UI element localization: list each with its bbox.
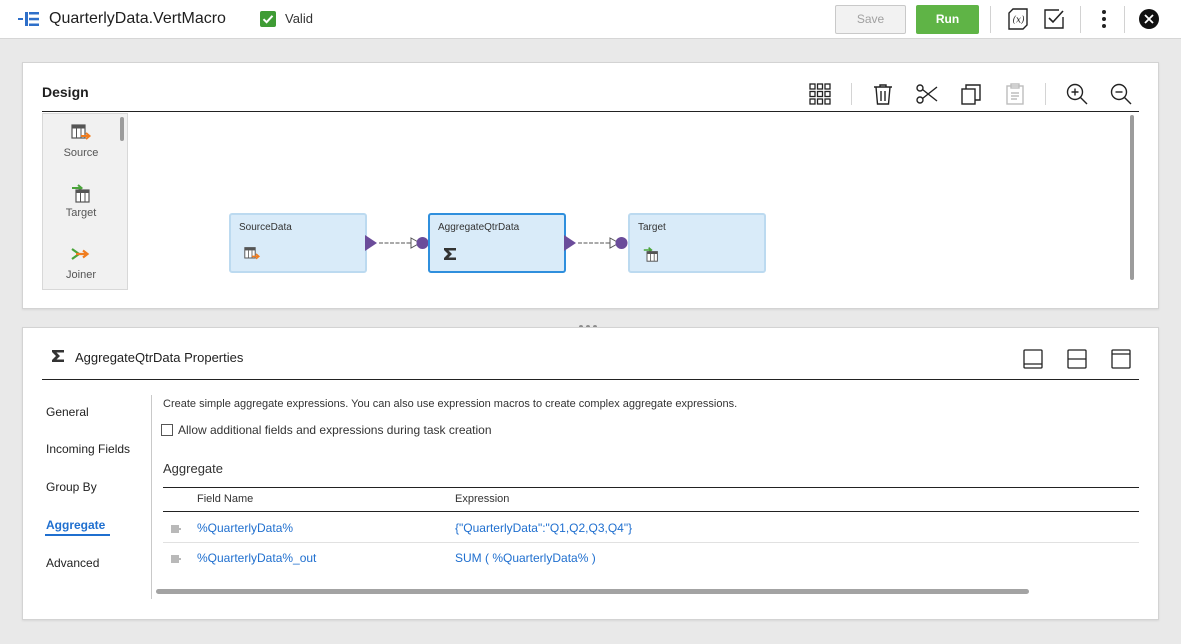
node-target[interactable]: Target — [628, 213, 766, 273]
maximize-panel-icon[interactable] — [1110, 348, 1132, 370]
column-header-expression: Expression — [455, 493, 510, 505]
paste-icon[interactable] — [1003, 82, 1027, 106]
node-title: Target — [638, 222, 666, 233]
field-name-cell[interactable]: %QuarterlyData% — [197, 521, 293, 535]
close-icon[interactable] — [1138, 8, 1160, 30]
palette-item-label: Joiner — [66, 269, 96, 281]
nav-aggregate[interactable]: Aggregate — [46, 518, 105, 532]
properties-panel: AggregateQtrData Properties General Inco… — [22, 327, 1159, 620]
link-aggregate-to-target[interactable] — [564, 234, 628, 252]
target-icon — [642, 246, 660, 267]
divider — [1080, 6, 1081, 33]
cut-icon[interactable] — [915, 82, 939, 106]
palette-item-target[interactable]: Target — [43, 183, 119, 219]
design-panel: Design Source Target Joiner SourceData A… — [22, 62, 1159, 309]
more-icon[interactable] — [1093, 8, 1115, 30]
horizontal-scrollbar[interactable] — [156, 589, 1029, 594]
design-header-rule — [42, 111, 1139, 112]
mapping-icon — [18, 11, 40, 27]
validate-icon[interactable] — [1043, 8, 1065, 30]
source-icon — [71, 124, 92, 140]
copy-icon[interactable] — [959, 82, 983, 106]
mapping-title: QuarterlyData.VertMacro — [49, 10, 226, 27]
joiner-icon — [71, 248, 90, 260]
sigma-icon — [50, 348, 66, 369]
aggregate-description: Create simple aggregate expressions. You… — [163, 398, 738, 410]
arrange-all-icon[interactable] — [808, 82, 832, 106]
design-title: Design — [42, 84, 89, 100]
transformation-palette: Source Target Joiner — [42, 113, 128, 290]
panel-resize-handle[interactable] — [579, 316, 603, 329]
nav-incoming-fields[interactable]: Incoming Fields — [46, 442, 130, 456]
row-drag-handle-icon[interactable] — [171, 525, 181, 533]
allow-additional-label: Allow additional fields and expressions … — [178, 423, 492, 437]
field-name-cell[interactable]: %QuarterlyData%_out — [197, 551, 316, 565]
node-sourcedata[interactable]: SourceData — [229, 213, 367, 273]
table-top-rule — [163, 487, 1139, 488]
link-source-to-aggregate[interactable] — [365, 234, 429, 252]
target-icon — [72, 184, 90, 203]
validation-status: Valid — [285, 11, 313, 26]
table-header-rule — [163, 511, 1139, 512]
divider — [1124, 6, 1125, 33]
nav-group-by[interactable]: Group By — [46, 480, 97, 494]
nav-general[interactable]: General — [46, 405, 89, 419]
top-bar: QuarterlyData.VertMacro Valid Save Run (… — [0, 0, 1181, 39]
divider — [1045, 83, 1046, 105]
palette-item-joiner[interactable]: Joiner — [43, 245, 119, 281]
node-title: AggregateQtrData — [438, 222, 520, 233]
palette-item-source[interactable]: Source — [43, 123, 119, 159]
parameters-icon[interactable]: (x) — [1007, 8, 1029, 30]
zoom-out-icon[interactable] — [1109, 82, 1133, 106]
svg-text:(x): (x) — [1013, 15, 1026, 26]
expression-cell[interactable]: {"QuarterlyData":"Q1,Q2,Q3,Q4"} — [455, 521, 632, 535]
node-title: SourceData — [239, 222, 292, 233]
dock-bottom-icon[interactable] — [1022, 348, 1044, 370]
palette-scrollbar[interactable] — [120, 117, 124, 141]
sigma-icon — [442, 246, 458, 267]
canvas-scrollbar[interactable] — [1130, 115, 1134, 280]
properties-header-rule — [42, 379, 1139, 380]
divider — [990, 6, 991, 33]
row-drag-handle-icon[interactable] — [171, 555, 181, 563]
column-header-field-name: Field Name — [197, 493, 254, 505]
divider — [851, 83, 852, 105]
save-button[interactable]: Save — [835, 5, 906, 34]
table-row-rule — [163, 542, 1139, 543]
active-tab-indicator — [45, 534, 110, 536]
palette-item-label: Source — [63, 147, 99, 159]
node-aggregateqtrdata[interactable]: AggregateQtrData — [428, 213, 566, 273]
delete-icon[interactable] — [871, 82, 895, 106]
nav-advanced[interactable]: Advanced — [46, 556, 99, 570]
properties-title: AggregateQtrData Properties — [75, 350, 244, 365]
allow-additional-checkbox[interactable] — [161, 424, 173, 436]
source-icon — [243, 246, 261, 267]
split-horizontal-icon[interactable] — [1066, 348, 1088, 370]
zoom-in-icon[interactable] — [1065, 82, 1089, 106]
aggregate-section-title: Aggregate — [163, 461, 223, 476]
valid-check-icon — [260, 11, 276, 27]
nav-divider — [151, 395, 152, 599]
palette-item-label: Target — [65, 207, 97, 219]
run-button[interactable]: Run — [916, 5, 979, 34]
expression-cell[interactable]: SUM ( %QuarterlyData% ) — [455, 551, 596, 565]
